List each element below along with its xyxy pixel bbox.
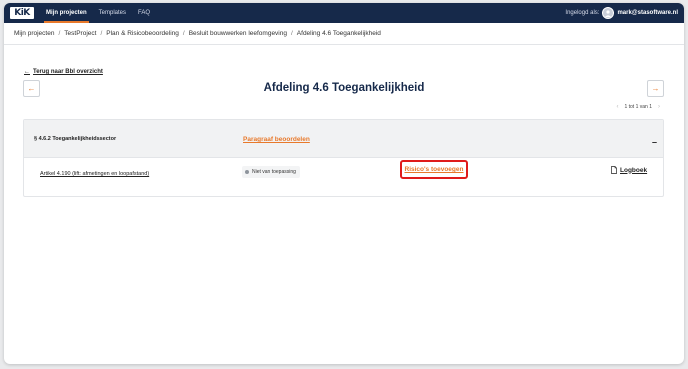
logged-in-label: Ingelogd als: <box>565 10 600 16</box>
chevron-right-icon[interactable]: › <box>658 104 660 110</box>
kik-logo[interactable]: KiK <box>10 7 34 19</box>
breadcrumb-separator: / <box>182 30 185 37</box>
main-nav: Mijn projecten Templates FAQ <box>40 3 156 23</box>
top-navbar: KiK Mijn projecten Templates FAQ Ingelog… <box>4 3 684 23</box>
document-icon <box>611 166 617 174</box>
status-label: Niet van toepassing <box>252 169 296 175</box>
paragraph-title: § 4.6.2 Toegankelijkheidssector <box>34 135 117 142</box>
back-to-overview-link[interactable]: ← Terug naar Bbl overzicht <box>24 69 103 75</box>
arrow-right-icon: → <box>651 84 660 93</box>
logbook-link[interactable]: Logboek <box>611 166 647 174</box>
assess-paragraph-link[interactable]: Paragraaf beoordelen <box>243 136 310 143</box>
paragraph-panel: § 4.6.2 Toegankelijkheidssector Paragraa… <box>23 119 664 197</box>
pagination-label: 1 tot 1 van 1 <box>624 104 652 110</box>
next-section-button[interactable]: → <box>647 80 664 97</box>
logbook-label: Logboek <box>620 166 648 174</box>
collapse-icon[interactable]: – <box>652 137 657 147</box>
article-row: Artikel 4.190 (lift: afmetingen en loopa… <box>24 158 663 197</box>
breadcrumb-separator: / <box>58 30 61 37</box>
back-link-label: Terug naar Bbl overzicht <box>33 69 103 75</box>
status-badge: Niet van toepassing <box>242 166 300 178</box>
app-window: KiK Mijn projecten Templates FAQ Ingelog… <box>4 3 684 364</box>
breadcrumb-item-current: Afdeling 4.6 Toegankelijkheid <box>296 30 381 37</box>
breadcrumb: Mijn projecten / TestProject / Plan & Ri… <box>4 23 684 45</box>
avatar[interactable] <box>602 7 615 19</box>
breadcrumb-separator: / <box>290 30 293 37</box>
breadcrumb-item-mijn-projecten[interactable]: Mijn projecten <box>14 30 54 37</box>
nav-item-templates[interactable]: Templates <box>93 3 132 23</box>
arrow-left-icon: ← <box>24 69 30 75</box>
add-risks-button[interactable]: Risico's toevoegen <box>400 160 468 179</box>
breadcrumb-separator: / <box>100 30 103 37</box>
user-email: mark@stasoftware.nl <box>617 10 678 16</box>
user-menu[interactable]: Ingelogd als: mark@stasoftware.nl <box>565 7 678 19</box>
breadcrumb-item-plan[interactable]: Plan & Risicobeoordeling <box>106 30 179 37</box>
dot-icon <box>245 170 249 174</box>
chevron-left-icon[interactable]: ‹ <box>616 104 618 110</box>
nav-item-mijn-projecten[interactable]: Mijn projecten <box>40 3 93 23</box>
breadcrumb-item-besluit[interactable]: Besluit bouwwerken leefomgeving <box>189 30 287 37</box>
nav-item-faq[interactable]: FAQ <box>132 3 156 23</box>
page-title: Afdeling 4.6 Toegankelijkheid <box>263 82 425 94</box>
paragraph-header[interactable]: § 4.6.2 Toegankelijkheidssector Paragraa… <box>24 120 663 158</box>
article-link[interactable]: Artikel 4.190 (lift: afmetingen en loopa… <box>40 171 149 177</box>
user-icon <box>605 10 612 17</box>
breadcrumb-item-project[interactable]: TestProject <box>64 30 96 37</box>
pagination: ‹ 1 tot 1 van 1 › <box>616 104 660 110</box>
